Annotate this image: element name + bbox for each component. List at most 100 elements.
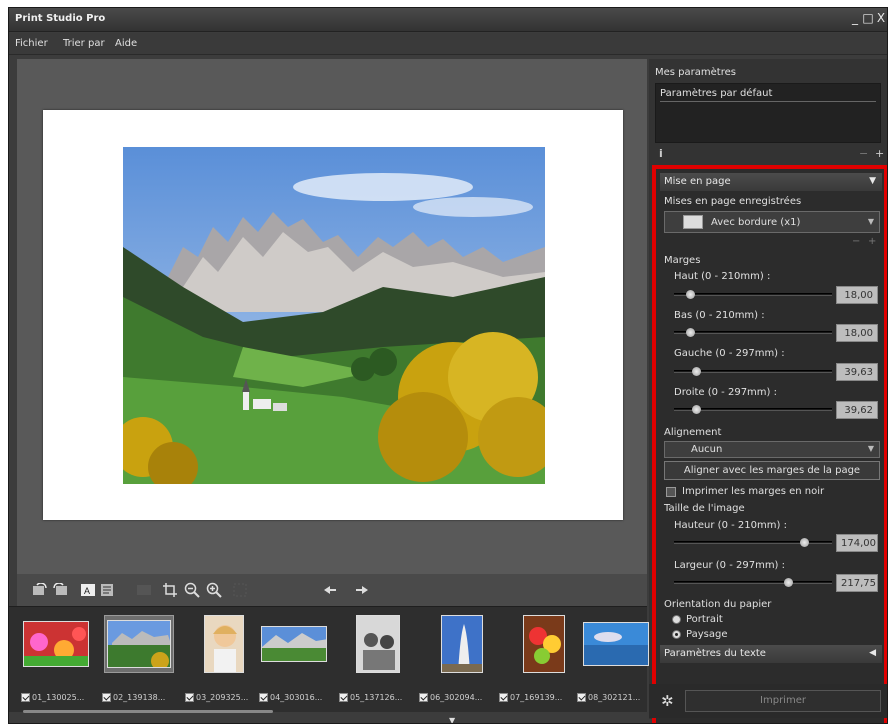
thumbnail-caption-05[interactable]: 05_137126...	[339, 693, 402, 702]
thumbnail-caption-08[interactable]: 08_302121...	[577, 693, 640, 702]
close-button[interactable]: X	[875, 11, 887, 25]
align-with-margins-button[interactable]: Aligner avec les marges de la page	[664, 461, 880, 480]
text-params-label: Paramètres du texte	[664, 648, 766, 659]
thumbnail-05[interactable]	[343, 615, 413, 673]
preview-photo[interactable]	[123, 147, 545, 484]
thumbnail-08[interactable]	[581, 615, 651, 673]
expand-left-icon: ◀	[869, 648, 876, 658]
margin-left-slider-knob[interactable]	[692, 367, 701, 376]
preview-toolbar: A	[17, 574, 647, 606]
landscape-label: Paysage	[686, 629, 728, 640]
menu-trier-par[interactable]: Trier par	[63, 38, 105, 49]
checkbox[interactable]	[419, 693, 428, 702]
layout-header[interactable]: Mise en page ▼	[660, 173, 882, 191]
alignment-value: Aucun	[691, 444, 723, 455]
chevron-down-icon: ▼	[867, 444, 874, 453]
image-height-slider-knob[interactable]	[800, 538, 809, 547]
alignment-label: Alignement	[664, 427, 722, 438]
filmstrip-scrollbar[interactable]	[23, 710, 273, 713]
margin-right-slider-knob[interactable]	[692, 405, 701, 414]
rotate-right-icon[interactable]	[51, 581, 69, 599]
checkbox[interactable]	[577, 693, 586, 702]
black-white-photo-thumbnail	[356, 615, 400, 673]
margin-left-input[interactable]: 39,63	[836, 363, 878, 381]
image-height-input[interactable]: 174,00	[836, 534, 878, 552]
portrait-radio[interactable]	[672, 615, 681, 624]
print-button[interactable]: Imprimer	[685, 690, 881, 712]
remove-layout-button[interactable]: −	[852, 236, 860, 247]
saved-layouts-label: Mises en page enregistrées	[664, 196, 802, 207]
margin-bottom-slider-knob[interactable]	[686, 328, 695, 337]
checkbox[interactable]	[185, 693, 194, 702]
saved-layouts-dropdown[interactable]: Avec bordure (x1) ▼	[664, 211, 880, 233]
my-params-list[interactable]: Paramètres par défaut	[655, 83, 881, 143]
zoom-in-icon[interactable]	[205, 581, 223, 599]
margin-right-input[interactable]: 39,62	[836, 401, 878, 419]
image-width-slider[interactable]	[674, 581, 832, 584]
thumbnail-01[interactable]	[21, 615, 91, 673]
rotate-left-icon[interactable]	[31, 581, 49, 599]
margins-label: Marges	[664, 255, 701, 266]
my-params-default-item[interactable]: Paramètres par défaut	[660, 88, 876, 102]
paper-preview	[43, 110, 623, 520]
image-size-label: Taille de l'image	[664, 503, 745, 514]
thumbnail-caption-04[interactable]: 04_303016...	[259, 693, 322, 702]
margin-left-label: Gauche (0 - 297mm) :	[674, 348, 785, 359]
settings-panel: Mes paramètres Paramètres par défaut i −…	[649, 59, 887, 723]
checkbox[interactable]	[102, 693, 111, 702]
thumbnail-02[interactable]	[104, 615, 174, 673]
margin-top-input[interactable]: 18,00	[836, 286, 878, 304]
menu-fichier[interactable]: Fichier	[15, 38, 48, 49]
print-bar: ✲ Imprimer	[649, 684, 887, 718]
window-title: Print Studio Pro	[15, 13, 106, 24]
edit-text-icon[interactable]	[99, 581, 117, 599]
expand-down-icon[interactable]: ▼	[449, 716, 455, 723]
filmstrip: 01_130025... 02_139138... 03_209325... 0…	[9, 606, 649, 713]
zoom-out-icon[interactable]	[183, 581, 201, 599]
margin-bottom-slider[interactable]	[674, 331, 832, 334]
margin-bottom-input[interactable]: 18,00	[836, 324, 878, 342]
add-layout-button[interactable]: +	[868, 236, 876, 247]
thumbnail-07[interactable]	[509, 615, 579, 673]
settings-gear-icon[interactable]: ✲	[661, 692, 674, 710]
image-width-label: Largeur (0 - 297mm) :	[674, 560, 786, 571]
thumbnail-caption-02[interactable]: 02_139138...	[102, 693, 165, 702]
layout-section-highlight: Mise en page ▼ Mises en page enregistrée…	[652, 165, 887, 723]
margin-right-label: Droite (0 - 297mm) :	[674, 387, 777, 398]
margin-top-slider[interactable]	[674, 293, 832, 296]
print-margins-black-checkbox[interactable]	[666, 487, 676, 497]
image-width-slider-knob[interactable]	[784, 578, 793, 587]
checkbox[interactable]	[339, 693, 348, 702]
thumbnail-caption-07[interactable]: 07_169139...	[499, 693, 562, 702]
thumbnail-caption-06[interactable]: 06_302094...	[419, 693, 482, 702]
remove-preset-button[interactable]: −	[859, 147, 868, 160]
add-preset-button[interactable]: +	[875, 147, 884, 160]
next-arrow-icon[interactable]	[353, 581, 371, 599]
layout-thumbnail-icon	[683, 215, 703, 229]
maximize-button[interactable]: □	[862, 11, 874, 25]
crop-icon[interactable]	[161, 581, 179, 599]
thumbnail-caption-03[interactable]: 03_209325...	[185, 693, 248, 702]
text-params-header[interactable]: Paramètres du texte ◀	[660, 645, 882, 663]
checkbox[interactable]	[259, 693, 268, 702]
landscape-radio[interactable]	[672, 630, 681, 639]
preview-area	[17, 59, 647, 574]
image-width-input[interactable]: 217,75	[836, 574, 878, 592]
checkbox[interactable]	[21, 693, 30, 702]
thumbnail-03[interactable]	[189, 615, 259, 673]
thumbnail-04[interactable]	[259, 615, 329, 673]
menu-aide[interactable]: Aide	[115, 38, 137, 49]
minimize-button[interactable]: _	[849, 11, 861, 25]
seascape-thumbnail	[583, 622, 649, 666]
app-window: Print Studio Pro _ □ X Fichier Trier par…	[8, 7, 888, 724]
info-icon[interactable]: i	[659, 147, 663, 160]
thumbnail-06[interactable]	[427, 615, 497, 673]
margin-top-slider-knob[interactable]	[686, 290, 695, 299]
mountain-landscape-image	[123, 147, 545, 484]
thumbnail-caption-01[interactable]: 01_130025...	[21, 693, 84, 702]
add-text-icon[interactable]: A	[79, 581, 97, 599]
saved-layout-value: Avec bordure (x1)	[711, 217, 801, 228]
alignment-dropdown[interactable]: Aucun ▼	[664, 441, 880, 458]
previous-arrow-icon[interactable]	[321, 581, 339, 599]
checkbox[interactable]	[499, 693, 508, 702]
